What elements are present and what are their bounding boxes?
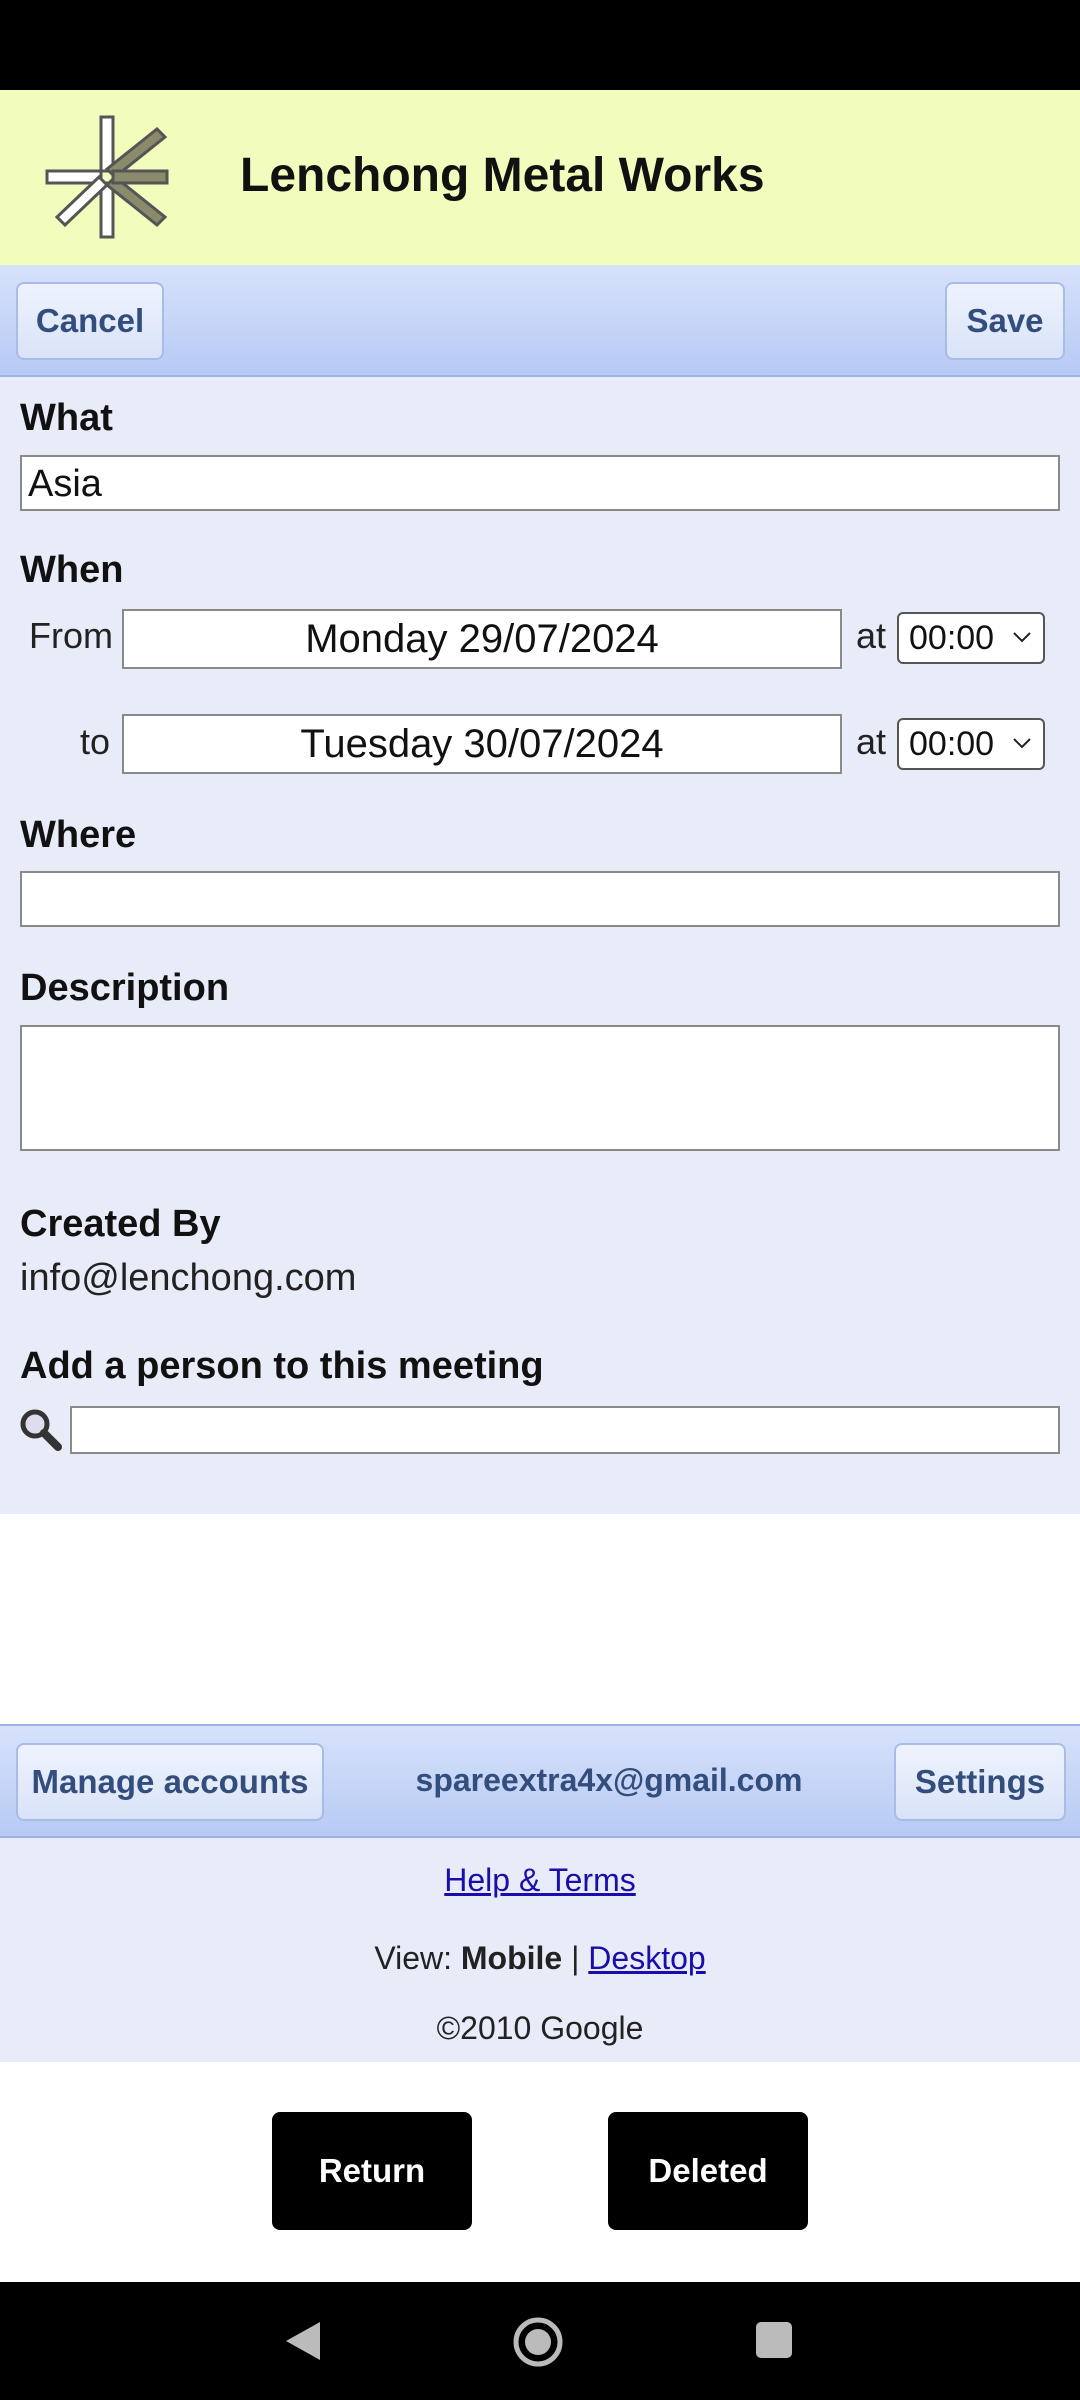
view-desktop-link[interactable]: Desktop bbox=[588, 1940, 705, 1976]
cancel-button[interactable]: Cancel bbox=[16, 282, 164, 360]
chevron-down-icon bbox=[1013, 632, 1031, 643]
event-form: What Asia When From Monday 29/07/2024 at… bbox=[0, 377, 1080, 1514]
from-date-field[interactable]: Monday 29/07/2024 bbox=[122, 609, 842, 669]
to-time-select[interactable]: 00:00 bbox=[897, 718, 1045, 770]
view-separator: | bbox=[571, 1940, 580, 1976]
description-label: Description bbox=[20, 967, 230, 1009]
chevron-down-icon bbox=[1013, 738, 1031, 749]
status-bar bbox=[0, 0, 1080, 90]
return-button[interactable]: Return bbox=[272, 2112, 472, 2230]
star-logo-icon bbox=[45, 115, 169, 239]
to-label: to bbox=[80, 721, 111, 762]
created-by-value: info@lenchong.com bbox=[20, 1257, 357, 1299]
manage-accounts-button[interactable]: Manage accounts bbox=[16, 1743, 324, 1821]
footer: Help & Terms View: Mobile | Desktop ©201… bbox=[0, 1838, 1080, 2062]
add-person-label: Add a person to this meeting bbox=[20, 1345, 544, 1387]
from-at-label: at bbox=[856, 615, 887, 656]
edit-toolbar: Cancel Save bbox=[0, 265, 1080, 377]
where-label: Where bbox=[20, 814, 137, 856]
what-input[interactable]: Asia bbox=[20, 455, 1060, 511]
system-nav-bar bbox=[0, 2282, 1080, 2400]
view-switcher: View: Mobile | Desktop bbox=[0, 1940, 1080, 1977]
recents-icon[interactable] bbox=[754, 2320, 794, 2360]
created-by-label: Created By bbox=[20, 1203, 221, 1245]
settings-button[interactable]: Settings bbox=[894, 1743, 1066, 1821]
when-label: When bbox=[20, 549, 124, 591]
what-label: What bbox=[20, 397, 113, 439]
home-icon[interactable] bbox=[512, 2316, 564, 2368]
search-icon bbox=[20, 1409, 62, 1451]
where-input[interactable] bbox=[20, 871, 1060, 927]
copyright: ©2010 Google bbox=[436, 2010, 644, 2046]
page-title: Lenchong Metal Works bbox=[240, 149, 765, 202]
view-prefix: View: bbox=[374, 1940, 452, 1976]
description-textarea[interactable] bbox=[20, 1025, 1060, 1151]
back-icon[interactable] bbox=[280, 2318, 326, 2364]
from-time-value: 00:00 bbox=[909, 618, 995, 657]
from-time-select[interactable]: 00:00 bbox=[897, 612, 1045, 664]
from-label: From bbox=[29, 615, 113, 656]
save-button[interactable]: Save bbox=[945, 282, 1065, 360]
add-person-input[interactable] bbox=[70, 1406, 1060, 1454]
account-toolbar: Manage accounts spareextra4x@gmail.com S… bbox=[0, 1724, 1080, 1838]
to-at-label: at bbox=[856, 721, 887, 762]
deleted-button[interactable]: Deleted bbox=[608, 2112, 808, 2230]
to-time-value: 00:00 bbox=[909, 724, 995, 763]
view-mobile: Mobile bbox=[460, 1940, 563, 1976]
to-date-field[interactable]: Tuesday 30/07/2024 bbox=[122, 714, 842, 774]
account-email: spareextra4x@gmail.com bbox=[415, 1762, 803, 1798]
app-header: Lenchong Metal Works bbox=[0, 90, 1080, 265]
help-terms-link[interactable]: Help & Terms bbox=[444, 1862, 635, 1898]
